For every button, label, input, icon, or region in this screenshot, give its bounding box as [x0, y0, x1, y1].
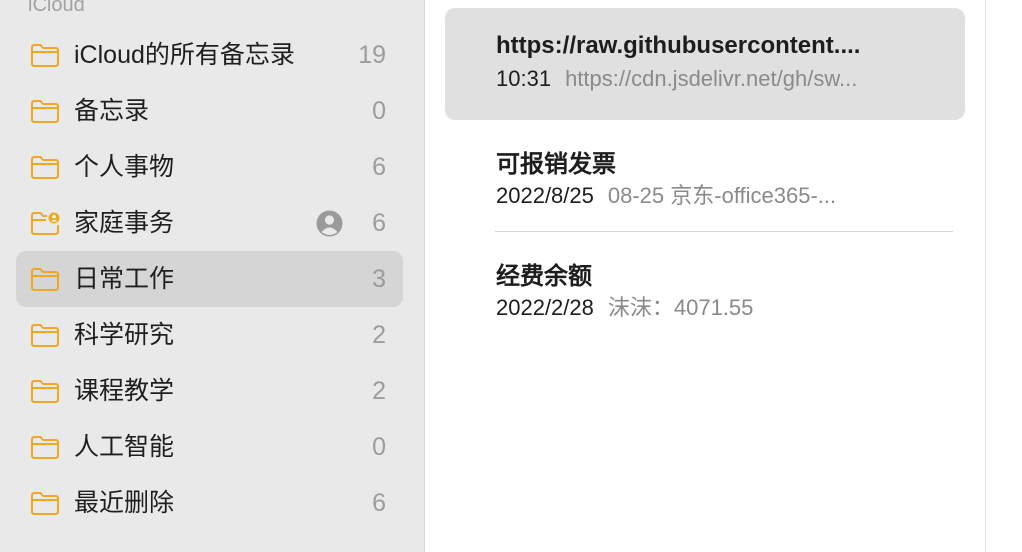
note-preview: 沫沫：4071.55	[607, 295, 754, 320]
note-date: 10:31	[496, 66, 552, 91]
note-meta: 2022/8/25 08-25 京东-office365-...	[496, 178, 926, 210]
note-meta: 2022/2/28 沫沫：4071.55	[496, 290, 926, 322]
folder-count: 6	[372, 489, 386, 517]
note-title: https://raw.githubusercontent....	[496, 32, 861, 59]
folder-row-all-notes[interactable]: iCloud的所有备忘录 19	[16, 27, 403, 83]
note-preview: 08-25 京东-office365-...	[607, 183, 837, 208]
folder-row-recently-deleted[interactable]: 最近删除 6	[16, 475, 403, 531]
folder-icon	[31, 100, 59, 123]
folder-count: 19	[358, 41, 386, 69]
folder-row-daily-work[interactable]: 日常工作 3	[16, 251, 403, 307]
folder-row-personal[interactable]: 个人事物 6	[16, 139, 403, 195]
folder-row-ai[interactable]: 人工智能 0	[16, 419, 403, 475]
note-meta: 10:31 https://cdn.jsdelivr.net/gh/sw...	[496, 66, 926, 92]
folder-icon	[31, 380, 59, 403]
folder-count: 3	[372, 265, 386, 293]
folder-list: iCloud的所有备忘录 19 备忘录 0 个人事物 6 家庭事务 6 日常工作…	[16, 27, 403, 531]
folder-icon	[31, 44, 59, 67]
note-item[interactable]: https://raw.githubusercontent.... 10:31 h…	[445, 8, 965, 120]
folder-row-family[interactable]: 家庭事务 6	[16, 195, 403, 251]
folder-icon	[31, 156, 59, 179]
folder-icon	[31, 436, 59, 459]
sidebar: iCloud iCloud的所有备忘录 19 备忘录 0 个人事物 6 家庭事务…	[0, 0, 424, 552]
note-date: 2022/2/28	[496, 295, 594, 320]
folder-label: 家庭事务	[74, 209, 175, 237]
note-list: https://raw.githubusercontent.... 10:31 h…	[445, 8, 965, 344]
note-title: 可报销发票	[496, 151, 616, 178]
folder-row-research[interactable]: 科学研究 2	[16, 307, 403, 363]
list-right-divider	[985, 0, 986, 552]
folder-count: 2	[372, 377, 386, 405]
note-item[interactable]: 经费余额 2022/2/28 沫沫：4071.55	[445, 232, 965, 344]
sidebar-divider	[424, 0, 425, 552]
note-title: 经费余额	[496, 263, 592, 290]
folder-count: 2	[372, 321, 386, 349]
note-preview: https://cdn.jsdelivr.net/gh/sw...	[565, 66, 858, 91]
folder-label: 课程教学	[74, 377, 175, 405]
folder-label: iCloud的所有备忘录	[74, 41, 295, 69]
shared-folder-icon	[31, 212, 60, 235]
person-icon	[316, 210, 343, 237]
folder-label: 人工智能	[74, 433, 175, 461]
note-item[interactable]: 可报销发票 2022/8/25 08-25 京东-office365-...	[445, 120, 965, 232]
folder-label: 日常工作	[74, 265, 175, 293]
folder-row-teaching[interactable]: 课程教学 2	[16, 363, 403, 419]
section-header-icloud: iCloud	[28, 0, 85, 16]
folder-label: 科学研究	[74, 321, 175, 349]
folder-icon	[31, 324, 59, 347]
folder-count: 0	[372, 97, 386, 125]
note-date: 2022/8/25	[496, 183, 594, 208]
folder-icon	[31, 268, 59, 291]
folder-icon	[31, 492, 59, 515]
folder-count: 0	[372, 433, 386, 461]
folder-count: 6	[372, 153, 386, 181]
folder-label: 个人事物	[74, 153, 175, 181]
folder-label: 备忘录	[74, 97, 150, 125]
folder-count: 6	[372, 209, 386, 237]
folder-row-notes[interactable]: 备忘录 0	[16, 83, 403, 139]
folder-label: 最近删除	[74, 489, 175, 517]
